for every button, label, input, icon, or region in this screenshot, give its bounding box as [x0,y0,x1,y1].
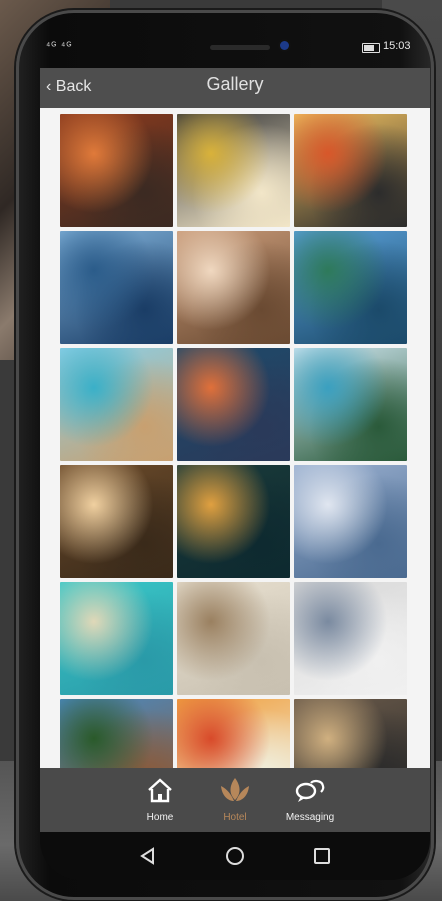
signal-indicators: ⁴ᴳ ⁴ᴳ [46,41,73,52]
page-title: Gallery [206,74,264,94]
battery-icon [362,43,380,53]
tab-messaging[interactable]: Messaging [270,776,350,823]
home-icon [120,776,200,806]
gallery-photo[interactable] [60,582,173,695]
back-triangle-icon[interactable] [136,844,160,868]
earpiece-speaker [210,45,270,50]
tab-hotel[interactable]: Hotel [195,776,275,823]
system-navbar [40,832,430,880]
gallery-photo[interactable] [294,231,407,344]
gallery-photo[interactable] [177,231,290,344]
recents-square-icon[interactable] [310,844,334,868]
gallery-photo[interactable] [294,582,407,695]
gallery-photo[interactable] [177,699,290,768]
tab-hotel-label: Hotel [223,812,247,823]
tab-home[interactable]: Home [120,776,200,823]
gallery-grid [60,114,407,768]
gallery-photo[interactable] [177,348,290,461]
chat-bubbles-icon [270,776,350,806]
gallery-photo[interactable] [294,348,407,461]
tab-messaging-label: Messaging [285,812,335,823]
gallery-photo[interactable] [294,114,407,227]
gallery-photo[interactable] [60,114,173,227]
gallery-photo[interactable] [294,699,407,768]
gallery-photo[interactable] [177,582,290,695]
gallery-photo[interactable] [294,465,407,578]
gallery-photo[interactable] [60,699,173,768]
gallery-photo[interactable] [177,465,290,578]
bottom-tabbar: Home Hotel Messaging [40,768,430,832]
gallery-photo[interactable] [177,114,290,227]
home-circle-icon[interactable] [223,844,247,868]
gallery-photo[interactable] [60,465,173,578]
status-bar: ⁴ᴳ ⁴ᴳ 15:03 [40,35,430,61]
tab-home-label: Home [146,812,174,823]
gallery-scroll[interactable] [40,108,430,768]
gallery-photo[interactable] [60,231,173,344]
gallery-photo[interactable] [60,348,173,461]
status-time: 15:03 [383,40,411,52]
app-header: ‹ Back Gallery [40,68,430,108]
lotus-icon [195,776,275,806]
front-camera [280,41,289,50]
